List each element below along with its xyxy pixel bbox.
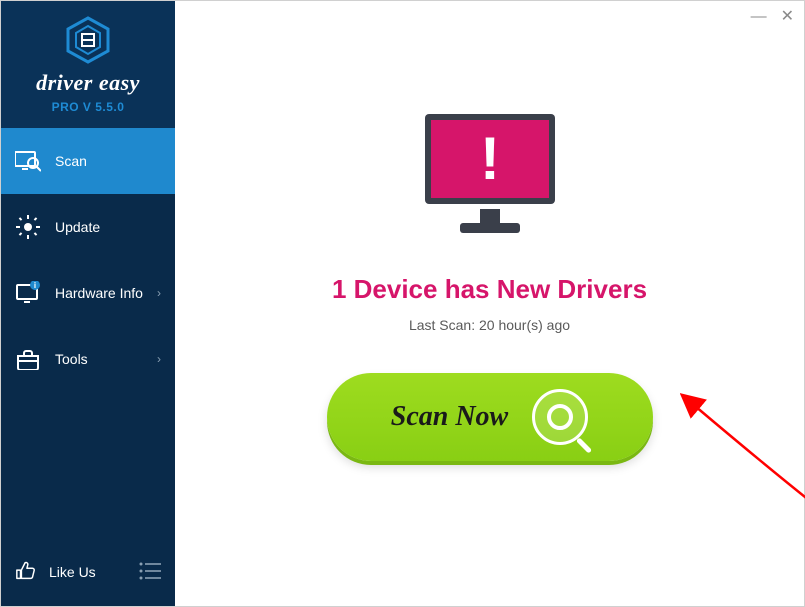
nav-item-tools[interactable]: Tools › <box>1 326 175 392</box>
scan-now-button[interactable]: Scan Now <box>327 373 653 461</box>
monitor-search-icon <box>15 150 41 172</box>
like-us-label[interactable]: Like Us <box>49 564 96 580</box>
nav-item-update[interactable]: Update <box>1 194 175 260</box>
brand-logo <box>64 16 112 64</box>
nav-item-scan[interactable]: Scan <box>1 128 175 194</box>
monitor-info-icon: i <box>15 281 41 305</box>
brand-name: driver easy <box>1 70 175 96</box>
thumbs-up-icon[interactable] <box>15 560 37 585</box>
sidebar-footer: Like Us <box>1 538 175 606</box>
scan-button-label: Scan Now <box>391 401 508 433</box>
status-title: 1 Device has New Drivers <box>327 274 653 305</box>
close-button[interactable]: ✕ <box>781 9 794 25</box>
svg-text:!: ! <box>480 125 500 192</box>
search-icon <box>532 389 588 445</box>
brand-version: PRO V 5.5.0 <box>1 100 175 114</box>
nav-label: Tools <box>55 351 88 367</box>
menu-list-icon[interactable] <box>139 562 161 583</box>
status-hero: ! 1 Device has New Drivers Last Scan: 20… <box>327 109 653 461</box>
app-window: driver easy PRO V 5.5.0 Scan <box>0 0 805 607</box>
gear-icon <box>15 215 41 239</box>
main-panel: — ✕ ! 1 Device has New Drivers Last Scan… <box>175 1 804 606</box>
chevron-right-icon: › <box>157 286 161 300</box>
last-scan-text: Last Scan: 20 hour(s) ago <box>327 317 653 333</box>
nav-label: Hardware Info <box>55 285 143 301</box>
svg-text:i: i <box>34 281 36 290</box>
nav-label: Update <box>55 219 100 235</box>
annotation-arrow <box>680 391 805 511</box>
nav-label: Scan <box>55 153 87 169</box>
sidebar-nav: Scan Upd <box>1 128 175 538</box>
window-controls: — ✕ <box>751 9 794 25</box>
brand-area: driver easy PRO V 5.5.0 <box>1 1 175 128</box>
chevron-right-icon: › <box>157 352 161 366</box>
nav-item-hardware-info[interactable]: i Hardware Info › <box>1 260 175 326</box>
monitor-alert-icon: ! <box>415 109 565 244</box>
toolbox-icon <box>15 348 41 370</box>
sidebar: driver easy PRO V 5.5.0 Scan <box>1 1 175 606</box>
minimize-button[interactable]: — <box>751 9 767 25</box>
